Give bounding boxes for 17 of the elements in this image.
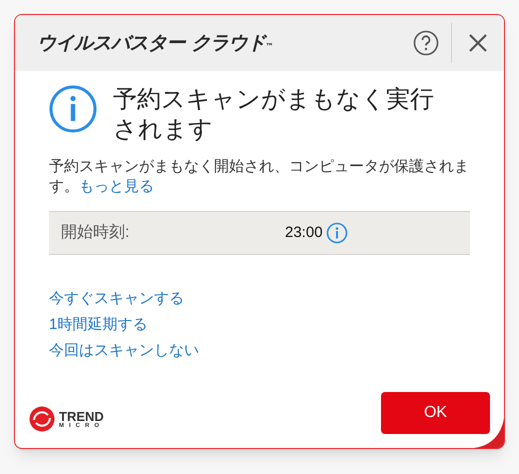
logo-text: TREND [59,410,104,422]
action-link[interactable]: 今回はスキャンしない [49,341,199,361]
close-icon[interactable] [468,33,488,53]
ok-button[interactable]: OK [381,392,490,434]
heading: 予約スキャンがまもなく実行されます [113,85,435,145]
description: 予約スキャンがまもなく開始され、コンピュータが保護されます。もっと見る [49,157,470,197]
more-link[interactable]: もっと見る [79,178,154,195]
start-time-label: 開始時刻: [61,222,130,243]
info-icon [49,85,97,133]
start-time-value: 23:00 [285,222,323,243]
info-icon[interactable] [326,222,348,244]
action-link[interactable]: 今すぐスキャンする [49,289,184,309]
logo-icon [29,405,55,433]
action-link[interactable]: 1時間延期する [49,315,148,335]
window-title: ウイルスバスター クラウド™ [37,30,273,56]
help-icon[interactable] [413,30,439,56]
corner-drawing [474,418,504,448]
